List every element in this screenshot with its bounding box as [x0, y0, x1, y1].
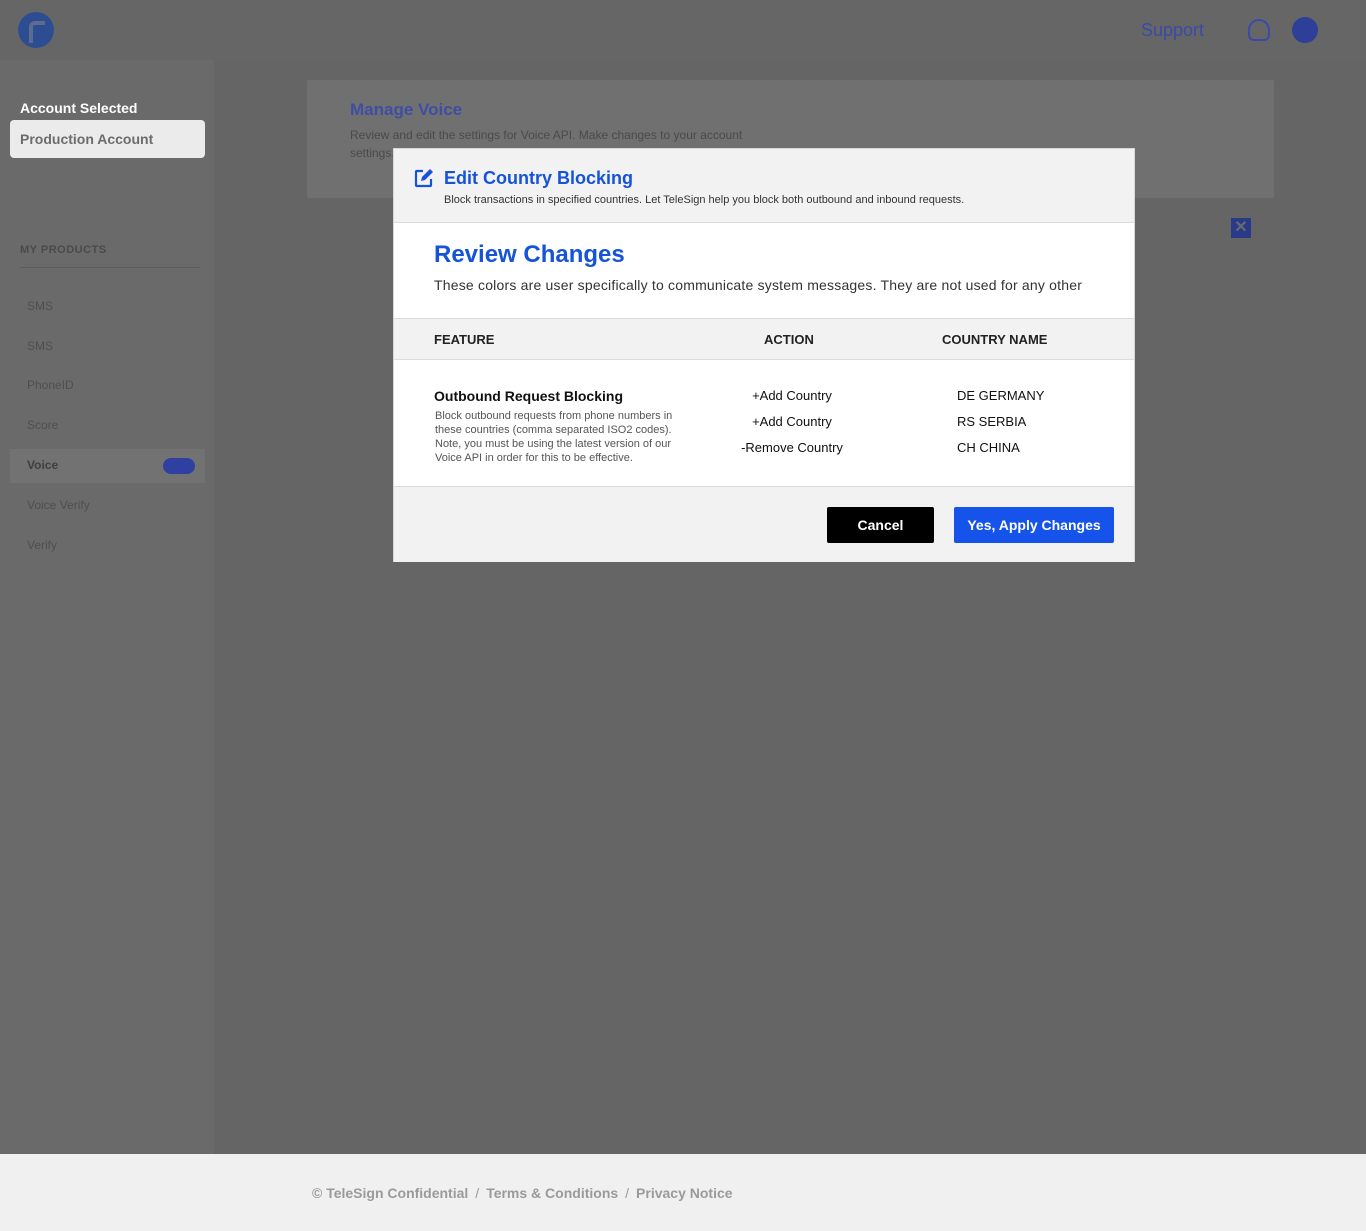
- column-header-action: ACTION: [764, 332, 814, 347]
- account-select[interactable]: Production Account: [10, 120, 205, 158]
- edit-icon: [414, 169, 433, 188]
- divider: [20, 267, 200, 268]
- edit-country-blocking-modal: Edit Country Blocking Block transactions…: [393, 148, 1135, 562]
- feature-name: Outbound Request Blocking: [434, 388, 623, 404]
- status-badge: [163, 458, 195, 474]
- terms-link[interactable]: Terms & Conditions: [486, 1185, 618, 1201]
- sidebar-item-score[interactable]: Score: [10, 409, 205, 443]
- modal-title: Edit Country Blocking: [444, 168, 633, 188]
- sidebar-item-phoneid[interactable]: PhoneID: [10, 369, 205, 403]
- my-products-heading: MY PRODUCTS: [20, 244, 107, 256]
- modal-subtitle: Block transactions in specified countrie…: [444, 194, 965, 206]
- bell-icon[interactable]: [1248, 19, 1270, 41]
- top-header: Support: [0, 0, 1366, 60]
- page-title: Manage Voice: [350, 100, 463, 119]
- close-icon[interactable]: ✕: [1231, 218, 1251, 238]
- support-link[interactable]: Support: [1141, 20, 1204, 41]
- column-header-feature: FEATURE: [434, 332, 495, 347]
- separator: /: [625, 1185, 630, 1201]
- change-country: RS SERBIA: [957, 414, 1027, 429]
- footer: © TeleSign Confidential / Terms & Conditio…: [0, 1154, 1366, 1231]
- change-country: DE GERMANY: [957, 388, 1045, 403]
- copyright-text: © TeleSign Confidential: [312, 1185, 469, 1201]
- telesign-logo-icon[interactable]: [18, 12, 54, 48]
- change-country: CH CHINA: [957, 440, 1020, 455]
- sidebar-item-label: Voice: [27, 458, 59, 472]
- user-avatar-icon[interactable]: [1292, 17, 1318, 43]
- sidebar-item-verify[interactable]: Verify: [10, 529, 205, 563]
- sidebar-item-voice[interactable]: Voice: [10, 449, 205, 483]
- modal-header: Edit Country Blocking Block transactions…: [394, 149, 1134, 223]
- sidebar-item-sms[interactable]: SMS: [10, 290, 205, 324]
- sidebar: Account Selected Production Account MY P…: [0, 60, 214, 1154]
- sidebar-item-sms-2[interactable]: SMS: [10, 330, 205, 364]
- column-header-country: COUNTRY NAME: [942, 332, 1048, 347]
- apply-changes-button[interactable]: Yes, Apply Changes: [954, 507, 1114, 543]
- change-action: +Add Country: [752, 414, 832, 429]
- separator: /: [475, 1185, 480, 1201]
- modal-footer: Cancel Yes, Apply Changes: [394, 486, 1134, 562]
- sidebar-item-voice-verify[interactable]: Voice Verify: [10, 489, 205, 523]
- feature-description: Block outbound requests from phone numbe…: [435, 410, 673, 464]
- cancel-button[interactable]: Cancel: [827, 507, 934, 543]
- review-changes-heading: Review Changes: [434, 241, 625, 268]
- account-selected-label: Account Selected: [20, 100, 138, 116]
- change-action: +Add Country: [752, 388, 832, 403]
- change-action: -Remove Country: [741, 440, 843, 455]
- privacy-link[interactable]: Privacy Notice: [636, 1185, 733, 1201]
- table-header: FEATURE ACTION COUNTRY NAME: [394, 318, 1134, 360]
- review-changes-description: These colors are user specifically to co…: [434, 277, 1083, 293]
